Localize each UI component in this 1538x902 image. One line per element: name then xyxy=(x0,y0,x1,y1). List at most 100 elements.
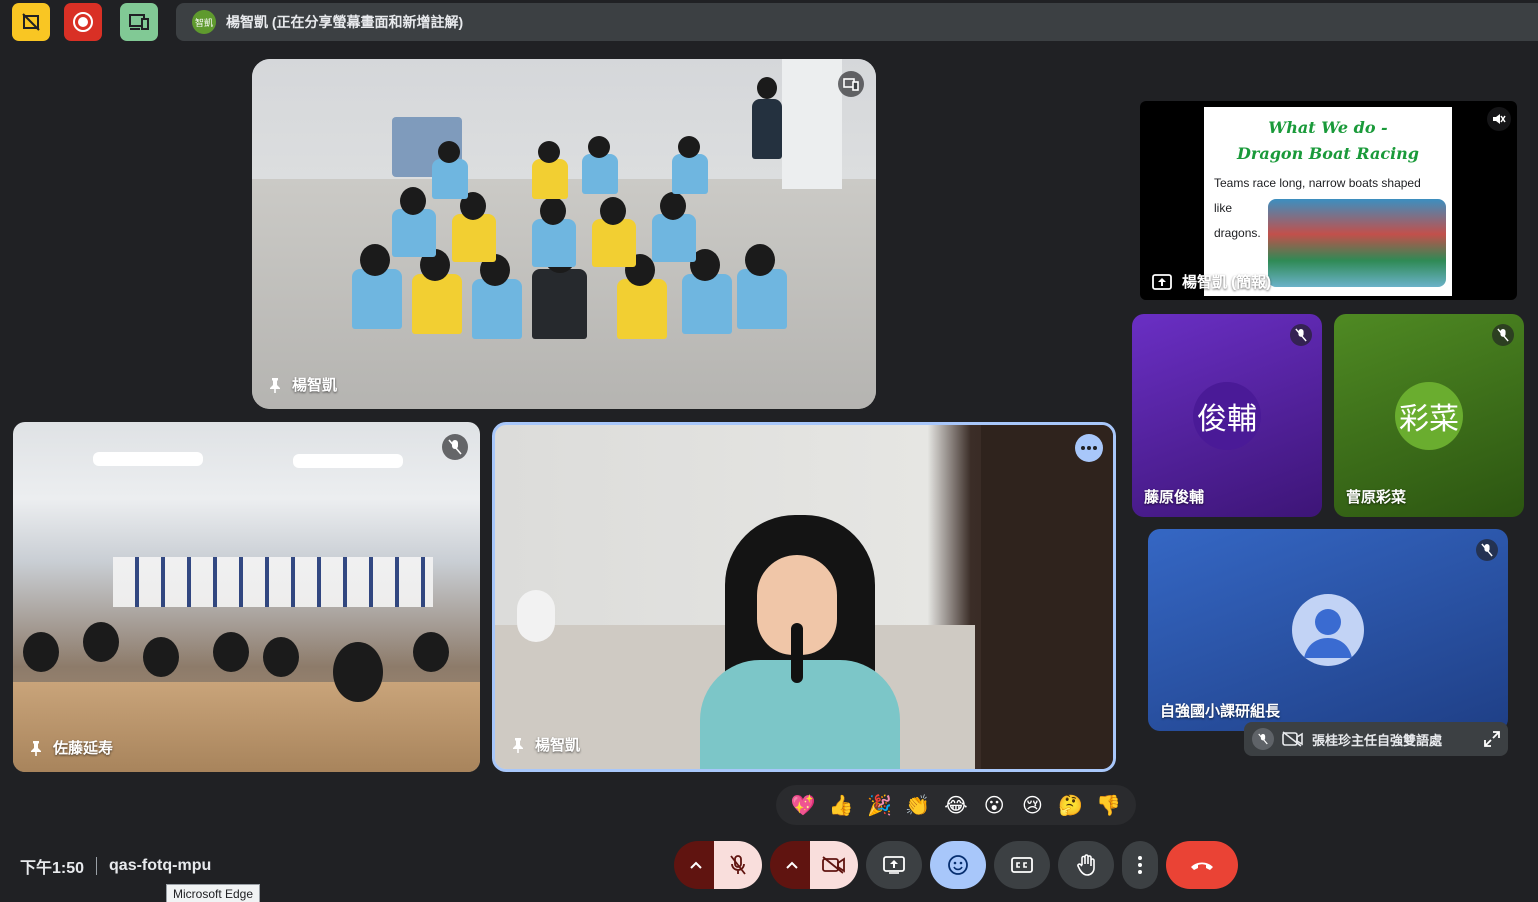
present-now-button[interactable] xyxy=(866,841,922,889)
mic-off-badge xyxy=(1492,324,1514,346)
student xyxy=(682,274,732,334)
companion-badge xyxy=(838,71,864,97)
ceiling-light xyxy=(93,452,203,466)
reaction-heart[interactable]: 💖 xyxy=(788,790,818,820)
student-head xyxy=(413,632,449,672)
default-avatar xyxy=(1292,594,1364,666)
desks xyxy=(13,682,480,772)
presentation-name-text: 楊智凱 (簡報) xyxy=(1182,274,1272,291)
student xyxy=(532,219,576,267)
more-options-button[interactable] xyxy=(1075,434,1103,462)
camera-toggle-button[interactable] xyxy=(810,841,858,889)
reaction-clap[interactable]: 👏 xyxy=(903,790,933,820)
person-icon xyxy=(1304,609,1352,658)
more-vertical-icon xyxy=(1138,856,1142,874)
mic-off-icon xyxy=(730,855,746,875)
mic-off-icon xyxy=(1252,728,1274,750)
mic-off-icon xyxy=(1481,543,1493,557)
presenter-avatar: 智凱 xyxy=(192,10,216,34)
presentation-tile[interactable]: What We do - Dragon Boat Racing Teams ra… xyxy=(1140,101,1517,300)
companion-mode-button[interactable] xyxy=(120,3,158,41)
video-tile-classroom[interactable]: 佐藤延寿 xyxy=(13,422,480,772)
student xyxy=(617,279,667,339)
adult-standing xyxy=(752,99,782,159)
leave-call-button[interactable] xyxy=(1166,841,1238,889)
end-call-icon xyxy=(1191,862,1213,870)
pin-icon xyxy=(31,740,41,756)
presenting-banner: 智凱 楊智凱 (正在分享螢幕畫面和新增註解) xyxy=(176,3,1538,41)
no-annotation-icon xyxy=(22,13,40,31)
minimized-participant-bar[interactable]: 張桂珍主任自強雙語處 xyxy=(1244,722,1508,756)
student-head xyxy=(745,244,775,276)
reactions-button[interactable] xyxy=(930,841,986,889)
reaction-thinking[interactable]: 🤔 xyxy=(1056,790,1086,820)
current-time: 下午1:50 xyxy=(20,860,85,877)
participant-tile-c[interactable]: 自強國小課研組長 xyxy=(1148,529,1508,731)
participant-tile-a[interactable]: 俊輔 藤原俊輔 xyxy=(1132,314,1322,517)
slide-title-line2: Dragon Boat Racing xyxy=(1237,144,1419,163)
student xyxy=(737,269,787,329)
participant-tile-b[interactable]: 彩菜 菅原彩菜 xyxy=(1334,314,1524,517)
reaction-sad[interactable]: 😢 xyxy=(1017,790,1047,820)
volume-off-badge xyxy=(1487,107,1511,131)
participant-name-text: 楊智凱 xyxy=(535,737,581,754)
smiley-icon xyxy=(948,855,968,875)
microphone-toggle-button[interactable] xyxy=(714,841,762,889)
volume-off-icon xyxy=(1493,114,1506,124)
meeting-info: 下午1:50 qas-fotq-mpu xyxy=(20,854,211,878)
student xyxy=(672,154,708,194)
student xyxy=(592,219,636,267)
audio-options-button[interactable] xyxy=(674,841,718,889)
student-head xyxy=(660,192,686,220)
student xyxy=(472,279,522,339)
presentation-name: 楊智凱 (簡報) xyxy=(1152,271,1271,292)
recording-button[interactable] xyxy=(64,3,102,41)
mic-off-badge xyxy=(1476,539,1498,561)
reaction-party[interactable]: 🎉 xyxy=(865,790,895,820)
student xyxy=(652,214,696,262)
video-tile-active-speaker[interactable]: 楊智凱 xyxy=(492,422,1116,772)
reaction-thumbs-up[interactable]: 👍 xyxy=(826,790,856,820)
reaction-laugh[interactable]: 😂 xyxy=(941,790,971,820)
video-options-button[interactable] xyxy=(770,841,814,889)
devices-icon xyxy=(129,14,149,30)
raise-hand-button[interactable] xyxy=(1058,841,1114,889)
expand-icon[interactable] xyxy=(1484,731,1500,747)
mic-off-icon xyxy=(1497,328,1509,342)
more-horizontal-icon xyxy=(1081,446,1097,450)
avatar: 彩菜 xyxy=(1395,381,1463,450)
camera-off-icon xyxy=(822,856,845,874)
microphone xyxy=(791,623,803,683)
present-screen-icon xyxy=(1152,273,1172,290)
reaction-surprised[interactable]: 😮 xyxy=(979,790,1009,820)
more-options-button[interactable] xyxy=(1122,841,1158,889)
wall-posters xyxy=(113,557,433,607)
video-tile-main-room[interactable]: 楊智凱 xyxy=(252,59,876,409)
slide: What We do - Dragon Boat Racing Teams ra… xyxy=(1204,107,1452,296)
ceiling-light xyxy=(293,454,403,468)
mic-off-icon xyxy=(1295,328,1307,342)
hand-icon xyxy=(1077,854,1095,876)
student xyxy=(452,214,496,262)
robot-device xyxy=(517,590,555,642)
student-head xyxy=(143,637,179,677)
captions-button[interactable] xyxy=(994,841,1050,889)
adult-head xyxy=(757,77,777,99)
devices-icon xyxy=(843,78,859,91)
student-head xyxy=(333,642,383,702)
chevron-up-icon xyxy=(690,861,702,869)
hide-annotations-button[interactable] xyxy=(12,3,50,41)
slide-title: What We do - Dragon Boat Racing xyxy=(1204,115,1452,167)
reaction-thumbs-down[interactable]: 👎 xyxy=(1094,790,1124,820)
dragon-boat-photo xyxy=(1268,199,1446,287)
student-head xyxy=(400,187,426,215)
student-head xyxy=(438,141,460,163)
student xyxy=(582,154,618,194)
door xyxy=(981,425,1113,769)
present-screen-icon xyxy=(883,856,905,874)
camera-off-icon xyxy=(1282,731,1303,747)
participant-name: 自強國小課研組長 xyxy=(1160,703,1281,720)
taskbar-tooltip: Microsoft Edge xyxy=(166,884,261,902)
student-head xyxy=(23,632,59,672)
participant-name: 楊智凱 xyxy=(511,734,580,755)
